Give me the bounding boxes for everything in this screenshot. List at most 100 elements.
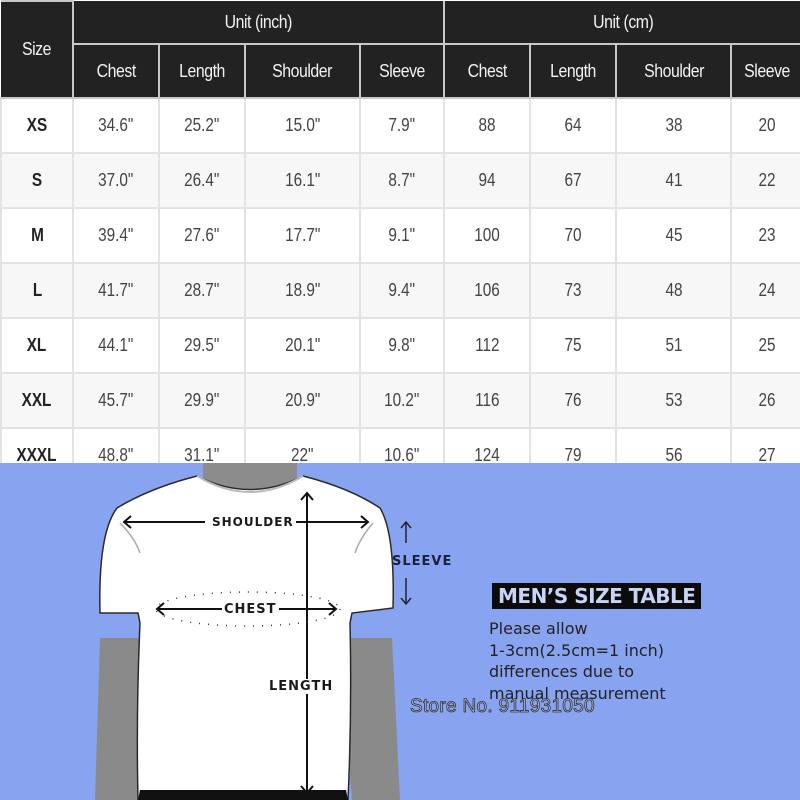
inch-cell-text: 9.8" [388,335,416,355]
cm-cell: 38 [615,97,733,154]
cm-cell: 76 [529,372,618,429]
inch-cell: 10.6" [358,427,446,463]
cm-cell: 64 [529,97,618,154]
cm-cell: 67 [529,152,618,209]
cm-cell-text: 67 [564,170,582,190]
inch-cell: 22" [244,427,361,463]
cm-cell: 25 [730,317,800,374]
size-cell: M [0,207,74,264]
inch-cell-text: 22" [291,445,314,463]
size-cell: L [0,262,74,319]
cm-cell-text: 25 [758,335,776,355]
inch-cell-text: 9.1" [388,225,416,245]
inch-cell: 39.4" [72,207,160,264]
size-cell: XS [0,97,74,154]
cm-cell-text: 27 [758,445,776,463]
cm-cell-text: 116 [474,390,500,410]
size-table-title: MEN’S SIZE TABLE [492,583,702,609]
inch-cell-text: 29.5" [184,335,220,355]
cm-cell: 48 [615,262,733,319]
inch-cell: 9.4" [358,262,446,319]
inch-cell-text: 28.7" [184,280,220,300]
cm-cell-text: 79 [564,445,582,463]
column-header-inch-sleeve: Sleeve [358,43,446,99]
column-header-inch-shoulder: Shoulder [244,43,361,99]
cm-cell-text: 24 [758,280,776,300]
column-header-cm-shoulder: Shoulder [615,43,733,99]
size-cell-text: XS [26,115,48,135]
cm-cell: 45 [615,207,733,264]
cm-cell: 94 [443,152,532,209]
size-cell: XXXL [0,427,74,463]
inch-cell-text: 20.9" [284,390,321,410]
cm-cell: 26 [730,372,800,429]
inch-cell: 29.5" [158,317,246,374]
cm-cell-text: 76 [564,390,582,410]
inch-cell-text: 17.7" [284,225,321,245]
inch-cell-text: 48.8" [98,445,134,463]
column-label: Chest [96,60,136,81]
inch-cell: 25.2" [158,97,246,154]
column-header-cm-length: Length [529,43,618,99]
table-row: XL 44.1" 29.5" 20.1" 9.8" 112 75 51 25 [0,317,800,374]
table-row: XXL 45.7" 29.9" 20.9" 10.2" 116 76 53 26 [0,372,800,429]
column-label: Length [179,60,225,81]
size-cell-text: XXL [22,390,52,410]
cm-cell: 22 [730,152,800,209]
inch-cell: 29.9" [158,372,246,429]
inch-cell-text: 27.6" [184,225,220,245]
sleeve-label: SLEEVE [392,554,453,569]
inch-cell: 44.1" [72,317,160,374]
cm-cell: 70 [529,207,618,264]
cm-cell-text: 124 [474,445,500,463]
cm-cell: 124 [443,427,532,463]
inch-cell: 20.9" [244,372,361,429]
pants [138,790,348,800]
column-label: Shoulder [272,60,333,81]
inch-cell: 9.8" [358,317,446,374]
cm-cell-text: 100 [474,225,500,245]
inch-cell-text: 41.7" [98,280,134,300]
cm-cell-text: 75 [564,335,582,355]
note-line: Please allow [489,619,588,638]
inch-cell: 10.2" [358,372,446,429]
cm-cell: 24 [730,262,800,319]
cm-cell: 100 [443,207,532,264]
inch-cell-text: 20.1" [284,335,321,355]
inch-cell-text: 29.9" [184,390,220,410]
inch-cell: 18.9" [244,262,361,319]
table-row: XXXL 48.8" 31.1" 22" 10.6" 124 79 56 27 [0,427,800,463]
inch-cell-text: 15.0" [284,115,321,135]
inch-cell: 15.0" [244,97,361,154]
size-header-label: Size [21,39,52,59]
inch-cell-text: 45.7" [98,390,134,410]
column-label: Sleeve [379,60,425,81]
inch-cell-text: 16.1" [284,170,321,190]
cm-cell-text: 51 [665,335,683,355]
size-cell: XXL [0,372,74,429]
group-header-cm: Unit (cm) [443,1,800,45]
inch-cell-text: 18.9" [284,280,321,300]
cm-cell: 56 [615,427,733,463]
size-table-container: Size Unit (inch) Unit (cm) Chest Length … [0,0,800,463]
cm-cell-text: 45 [665,225,683,245]
cm-cell-text: 56 [665,445,683,463]
table-row: S 37.0" 26.4" 16.1" 8.7" 94 67 41 22 [0,152,800,209]
cm-cell-text: 48 [665,280,683,300]
inch-cell-text: 7.9" [388,115,416,135]
inch-cell: 37.0" [72,152,160,209]
inch-cell: 20.1" [244,317,361,374]
size-table-body: XS 34.6" 25.2" 15.0" 7.9" 88 64 38 20 S 37.0" 26.4"… [0,97,800,463]
cm-cell-text: 112 [474,335,500,355]
column-header-inch-chest: Chest [72,43,160,99]
cm-cell: 88 [443,97,532,154]
measurement-note: Please allow 1-3cm(2.5cm=1 inch) differe… [489,618,719,704]
size-cell-text: XL [27,335,47,355]
cm-cell: 73 [529,262,618,319]
note-line: 1-3cm(2.5cm=1 inch) [489,640,665,660]
note-line: differences due to [489,662,635,681]
cm-cell: 79 [529,427,618,463]
cm-cell: 20 [730,97,800,154]
cm-cell-text: 70 [564,225,582,245]
cm-cell: 23 [730,207,800,264]
